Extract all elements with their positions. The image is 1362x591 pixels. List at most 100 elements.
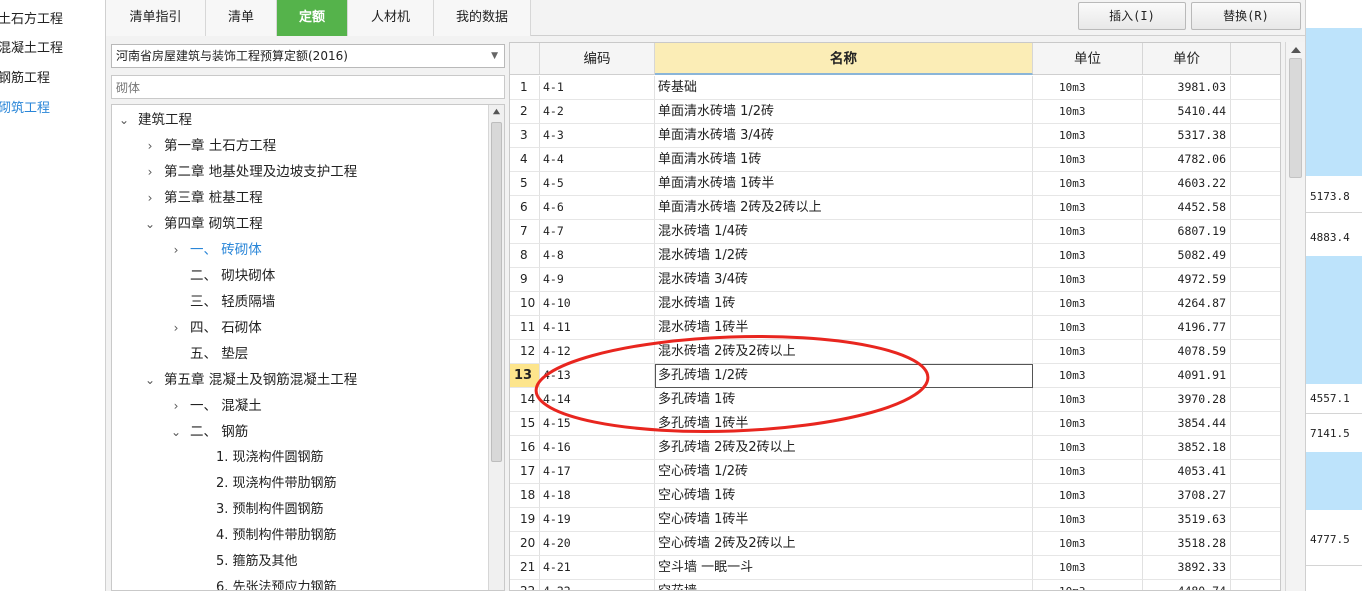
tree-node-chapter-3[interactable]: › 第三章 桩基工程 (112, 185, 487, 211)
table-row[interactable]: 21 4-21 空斗墙 一眠一斗 10m3 3892.33 (510, 556, 1280, 580)
left-category-rebar[interactable]: 钢筋工程 (0, 67, 50, 91)
quota-code-cell[interactable]: 4-8 (540, 244, 655, 268)
quota-name-cell[interactable]: 单面清水砖墙 1砖 (655, 148, 1033, 172)
quota-name-cell[interactable]: 空心砖墙 1砖半 (655, 508, 1033, 532)
quota-code-cell[interactable]: 4-11 (540, 316, 655, 340)
quota-unit-cell[interactable]: 10m3 (1033, 508, 1143, 532)
table-row[interactable]: 11 4-11 混水砖墙 1砖半 10m3 4196.77 (510, 316, 1280, 340)
table-row[interactable]: 14 4-14 多孔砖墙 1砖 10m3 3970.28 (510, 388, 1280, 412)
quota-unit-cell[interactable]: 10m3 (1033, 268, 1143, 292)
tree-node-concrete[interactable]: › 一、 混凝土 (112, 393, 487, 419)
grid-header-code[interactable]: 编码 (540, 43, 655, 75)
grid-header-name[interactable]: 名称 (655, 43, 1033, 75)
grid-scrollbar-thumb[interactable] (1289, 58, 1302, 178)
quota-code-cell[interactable]: 4-16 (540, 436, 655, 460)
quota-name-cell[interactable]: 多孔砖墙 2砖及2砖以上 (655, 436, 1033, 460)
quota-name-cell[interactable]: 多孔砖墙 1砖 (655, 388, 1033, 412)
quota-unit-cell[interactable]: 10m3 (1033, 220, 1143, 244)
quota-price-cell[interactable]: 3708.27 (1143, 484, 1231, 508)
quota-unit-cell[interactable]: 10m3 (1033, 580, 1143, 590)
table-row[interactable]: 4 4-4 单面清水砖墙 1砖 10m3 4782.06 (510, 148, 1280, 172)
chevron-down-icon[interactable]: ⌄ (116, 107, 132, 133)
quota-unit-cell[interactable]: 10m3 (1033, 100, 1143, 124)
quota-unit-cell[interactable]: 10m3 (1033, 436, 1143, 460)
quota-code-cell[interactable]: 4-22 (540, 580, 655, 590)
row-index[interactable]: 2 (510, 100, 540, 124)
table-row[interactable]: 9 4-9 混水砖墙 3/4砖 10m3 4972.59 (510, 268, 1280, 292)
quota-code-cell[interactable]: 4-21 (540, 556, 655, 580)
quota-price-cell[interactable]: 4452.58 (1143, 196, 1231, 220)
row-index[interactable]: 15 (510, 412, 540, 436)
row-index[interactable]: 1 (510, 76, 540, 100)
quota-code-cell[interactable]: 4-10 (540, 292, 655, 316)
quota-name-cell[interactable]: 空心砖墙 2砖及2砖以上 (655, 532, 1033, 556)
grid-header-price[interactable]: 单价 (1143, 43, 1231, 75)
quota-code-cell[interactable]: 4-19 (540, 508, 655, 532)
quota-code-cell[interactable]: 4-4 (540, 148, 655, 172)
table-row[interactable]: 1 4-1 砖基础 10m3 3981.03 (510, 76, 1280, 100)
quota-unit-cell[interactable]: 10m3 (1033, 388, 1143, 412)
quota-name-cell[interactable]: 空心砖墙 1砖 (655, 484, 1033, 508)
row-index[interactable]: 17 (510, 460, 540, 484)
left-category-concrete[interactable]: 混凝土工程 (0, 37, 63, 61)
quota-name-cell[interactable]: 多孔砖墙 1砖半 (655, 412, 1033, 436)
quota-price-cell[interactable]: 4078.59 (1143, 340, 1231, 364)
quota-name-cell[interactable]: 多孔砖墙 1/2砖 (655, 364, 1033, 388)
quota-unit-cell[interactable]: 10m3 (1033, 340, 1143, 364)
quota-price-cell[interactable]: 3970.28 (1143, 388, 1231, 412)
row-index[interactable]: 5 (510, 172, 540, 196)
row-index[interactable]: 14 (510, 388, 540, 412)
table-row[interactable]: 7 4-7 混水砖墙 1/4砖 10m3 6807.19 (510, 220, 1280, 244)
quota-price-cell[interactable]: 3981.03 (1143, 76, 1231, 100)
insert-button[interactable]: 插入(I) (1078, 2, 1186, 30)
quota-unit-cell[interactable]: 10m3 (1033, 292, 1143, 316)
quota-name-cell[interactable]: 单面清水砖墙 1砖半 (655, 172, 1033, 196)
quota-code-cell[interactable]: 4-7 (540, 220, 655, 244)
quota-price-cell[interactable]: 4603.22 (1143, 172, 1231, 196)
row-index[interactable]: 9 (510, 268, 540, 292)
table-row[interactable]: 16 4-16 多孔砖墙 2砖及2砖以上 10m3 3852.18 (510, 436, 1280, 460)
quota-unit-cell[interactable]: 10m3 (1033, 316, 1143, 340)
tree-node-rebar-1[interactable]: 1. 现浇构件圆钢筋 (112, 445, 487, 471)
quota-code-cell[interactable]: 4-1 (540, 76, 655, 100)
table-row[interactable]: 13 4-13 多孔砖墙 1/2砖 10m3 4091.91 (510, 364, 1280, 388)
quota-unit-cell[interactable]: 10m3 (1033, 412, 1143, 436)
tree-node-rebar-4[interactable]: 4. 预制构件带肋钢筋 (112, 523, 487, 549)
quota-code-cell[interactable]: 4-13 (540, 364, 655, 388)
tree-node-block-masonry[interactable]: 二、 砌块砌体 (112, 263, 487, 289)
table-row[interactable]: 8 4-8 混水砖墙 1/2砖 10m3 5082.49 (510, 244, 1280, 268)
table-row[interactable]: 6 4-6 单面清水砖墙 2砖及2砖以上 10m3 4452.58 (510, 196, 1280, 220)
quota-price-cell[interactable]: 4091.91 (1143, 364, 1231, 388)
left-category-masonry[interactable]: 砌筑工程 (0, 97, 50, 121)
quota-unit-cell[interactable]: 10m3 (1033, 196, 1143, 220)
row-index[interactable]: 19 (510, 508, 540, 532)
quota-code-cell[interactable]: 4-18 (540, 484, 655, 508)
tab-bill-guide[interactable]: 清单指引 (106, 0, 206, 36)
row-index[interactable]: 10 (510, 292, 540, 316)
table-row[interactable]: 12 4-12 混水砖墙 2砖及2砖以上 10m3 4078.59 (510, 340, 1280, 364)
quota-name-cell[interactable]: 空花墙 (655, 580, 1033, 590)
tree-node-rebar-5[interactable]: 5. 箍筋及其他 (112, 549, 487, 575)
quota-unit-cell[interactable]: 10m3 (1033, 532, 1143, 556)
quota-unit-cell[interactable]: 10m3 (1033, 484, 1143, 508)
table-row[interactable]: 5 4-5 单面清水砖墙 1砖半 10m3 4603.22 (510, 172, 1280, 196)
quota-price-cell[interactable]: 4264.87 (1143, 292, 1231, 316)
tree-node-chapter-2[interactable]: › 第二章 地基处理及边坡支护工程 (112, 159, 487, 185)
quota-name-cell[interactable]: 砖基础 (655, 76, 1033, 100)
chevron-right-icon[interactable]: › (142, 133, 158, 159)
tab-quota[interactable]: 定额 (277, 0, 348, 36)
row-index[interactable]: 3 (510, 124, 540, 148)
quota-price-cell[interactable]: 4782.06 (1143, 148, 1231, 172)
tree-search-input[interactable] (111, 75, 505, 99)
chevron-right-icon[interactable]: › (168, 315, 184, 341)
quota-unit-cell[interactable]: 10m3 (1033, 172, 1143, 196)
quota-name-cell[interactable]: 混水砖墙 1砖 (655, 292, 1033, 316)
quota-code-cell[interactable]: 4-17 (540, 460, 655, 484)
row-index[interactable]: 4 (510, 148, 540, 172)
quota-code-cell[interactable]: 4-20 (540, 532, 655, 556)
row-index[interactable]: 22 (510, 580, 540, 590)
table-row[interactable]: 10 4-10 混水砖墙 1砖 10m3 4264.87 (510, 292, 1280, 316)
chevron-down-icon[interactable]: ⌄ (142, 211, 158, 237)
quota-price-cell[interactable]: 3518.28 (1143, 532, 1231, 556)
quota-name-cell[interactable]: 单面清水砖墙 1/2砖 (655, 100, 1033, 124)
